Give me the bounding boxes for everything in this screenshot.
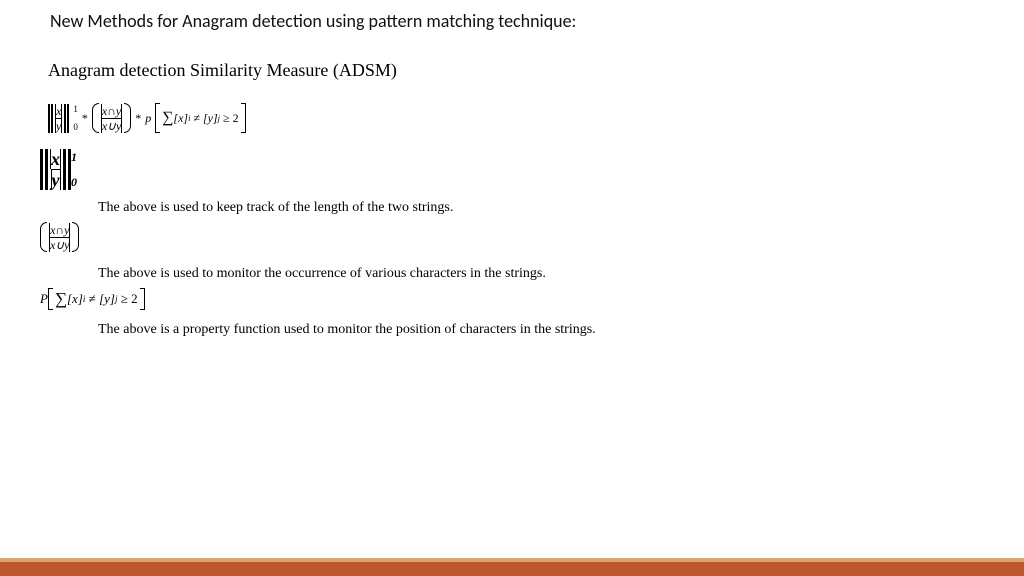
- formula-jaccard: x∩y x∪y: [0, 222, 1024, 252]
- explanation-1: The above is used to keep track of the l…: [0, 200, 1024, 216]
- formula-norm-large: x y 1 0: [0, 149, 1024, 190]
- explanation-2: The above is used to monitor the occurre…: [0, 266, 1024, 282]
- page-title: New Methods for Anagram detection using …: [0, 0, 1024, 32]
- explanation-3: The above is a property function used to…: [0, 322, 1024, 338]
- formula-property: P ∑ [x]i ≠ [y]j ≥ 2: [0, 288, 1024, 310]
- footer-decoration: [0, 558, 1024, 576]
- formula-main: x y 1 0 * x∩y x∪y * p ∑ [x]i ≠ [y]j: [0, 103, 1024, 133]
- section-subtitle: Anagram detection Similarity Measure (AD…: [0, 32, 1024, 81]
